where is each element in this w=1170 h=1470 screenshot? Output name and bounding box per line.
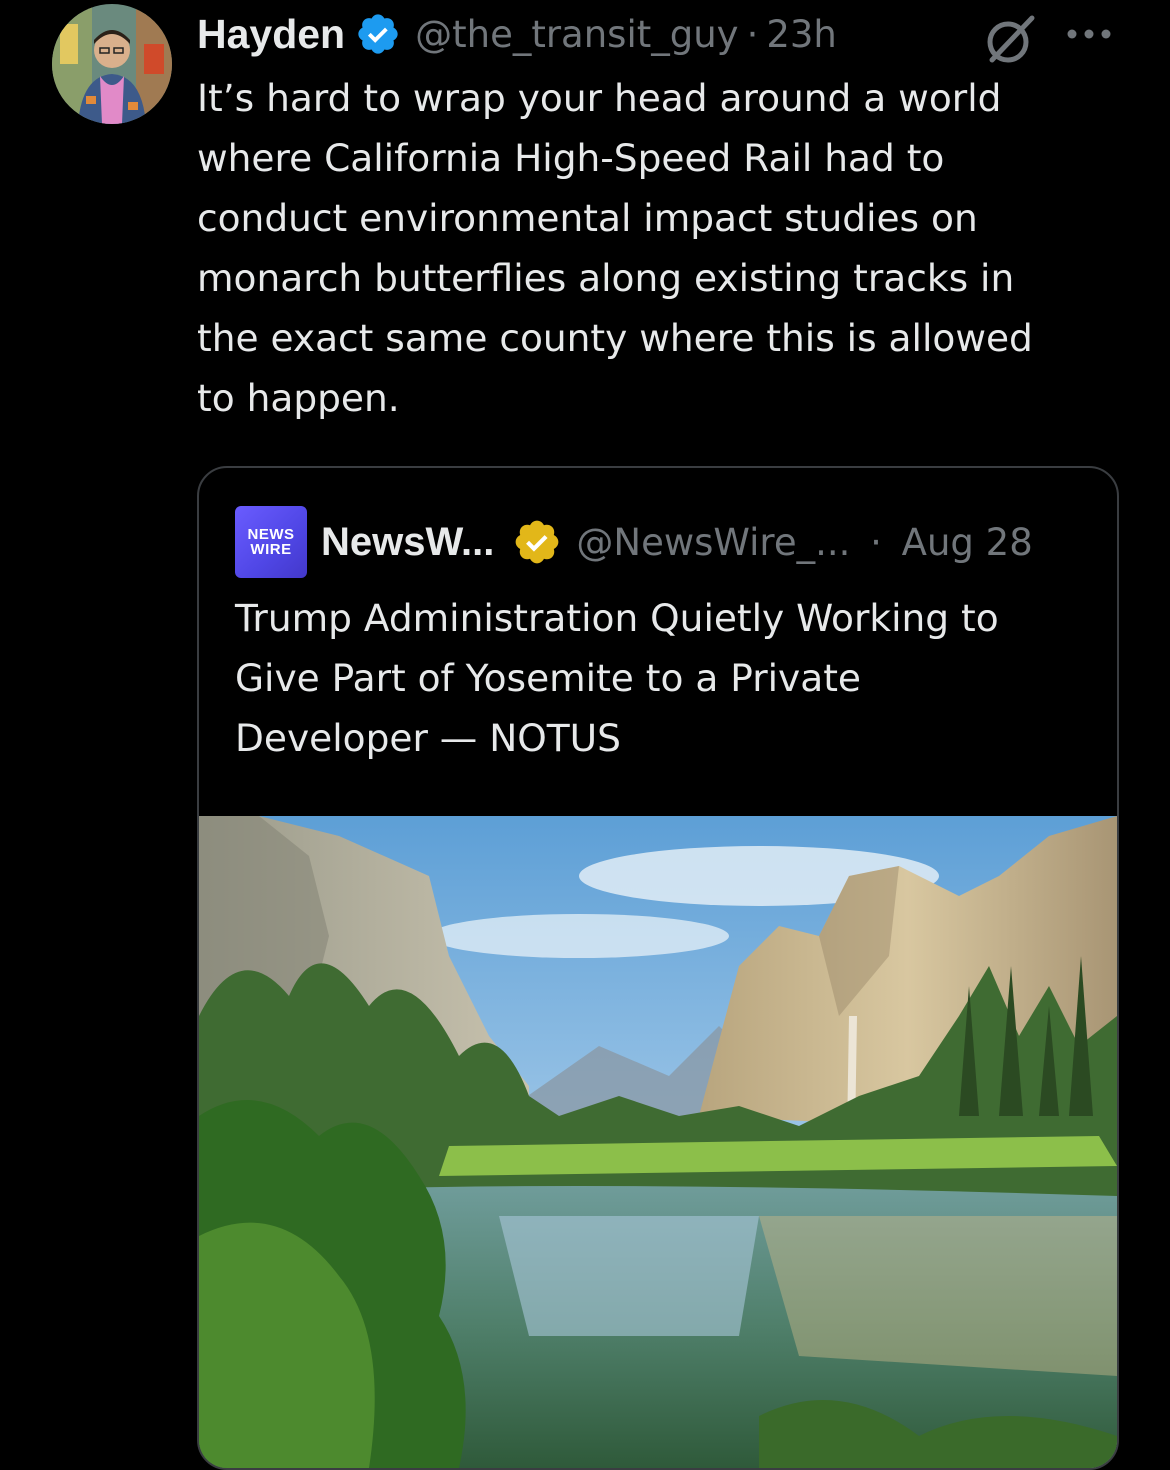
grok-icon[interactable] — [982, 12, 1038, 68]
quoted-tweet-card[interactable]: NEWS WIRE NewsW... @NewsWire_... · Aug 2… — [197, 466, 1119, 1470]
tweet-text: It’s hard to wrap your head around a wor… — [197, 76, 1033, 420]
quoted-author-handle[interactable]: @NewsWire_... — [576, 521, 850, 564]
quoted-tweet-meta: @NewsWire_... · Aug 28 — [576, 521, 1032, 564]
yosemite-photo[interactable] — [199, 816, 1117, 1468]
newswire-logo-top-text: NEWS — [247, 526, 295, 543]
quoted-tweet-header: NEWS WIRE NewsW... @NewsWire_... · Aug 2… — [235, 506, 1033, 578]
gold-verified-badge-icon[interactable] — [512, 517, 562, 567]
tweet-timestamp[interactable]: 23h — [766, 13, 837, 56]
tweet-header: Hayden @the_transit_guy · 23h — [197, 6, 837, 62]
author-avatar[interactable] — [52, 4, 172, 124]
newswire-avatar[interactable]: NEWS WIRE — [235, 506, 307, 578]
author-display-name[interactable]: Hayden — [197, 11, 345, 58]
newswire-logo-bottom-text: WIRE — [250, 541, 292, 558]
quoted-tweet-text: Trump Administration Quietly Working to … — [235, 596, 999, 760]
quoted-author-display-name[interactable]: NewsW... — [321, 520, 494, 565]
blue-verified-badge-icon[interactable] — [355, 11, 401, 57]
tweet-meta: @the_transit_guy · 23h — [415, 13, 837, 56]
quoted-tweet-date[interactable]: Aug 28 — [902, 521, 1033, 564]
more-options-icon[interactable] — [1064, 24, 1114, 44]
author-handle[interactable]: @the_transit_guy — [415, 13, 738, 56]
meta-separator: · — [746, 12, 759, 56]
quoted-meta-separator: · — [870, 520, 882, 564]
